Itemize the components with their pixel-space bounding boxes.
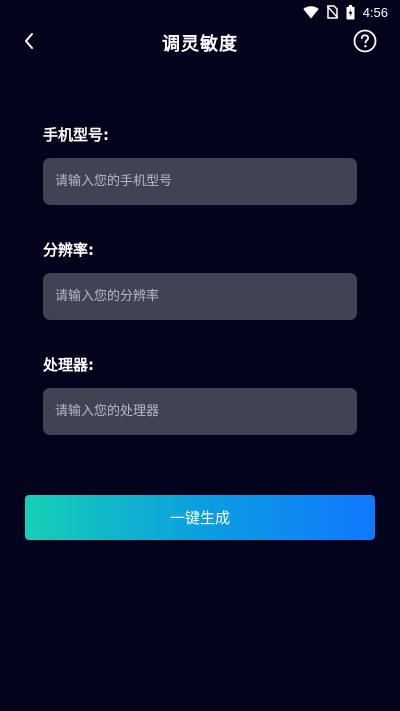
wifi-icon: [302, 5, 319, 19]
phone-model-label: 手机型号:: [43, 126, 109, 144]
app-header: 调灵敏度: [0, 24, 400, 62]
battery-charging-icon: [346, 4, 355, 20]
phone-model-group: 手机型号:: [43, 126, 357, 205]
back-button[interactable]: [14, 28, 44, 58]
resolution-group: 分辨率:: [43, 241, 357, 320]
chevron-left-icon: [23, 32, 35, 54]
resolution-label: 分辨率:: [43, 241, 94, 259]
status-bar: 4:56: [0, 0, 400, 24]
sensitivity-screen: 4:56 调灵敏度 手机型号: 分辨率: 处理器:: [0, 0, 400, 711]
generate-button[interactable]: 一键生成: [25, 495, 375, 540]
processor-group: 处理器:: [43, 356, 357, 435]
help-button[interactable]: [352, 29, 378, 57]
resolution-input[interactable]: [43, 273, 357, 320]
page-title: 调灵敏度: [162, 34, 238, 55]
phone-model-input[interactable]: [43, 158, 357, 205]
processor-label: 处理器:: [43, 356, 94, 374]
question-circle-icon: [353, 29, 377, 57]
status-time: 4:56: [362, 4, 388, 20]
no-sim-icon: [326, 5, 338, 19]
processor-input[interactable]: [43, 388, 357, 435]
